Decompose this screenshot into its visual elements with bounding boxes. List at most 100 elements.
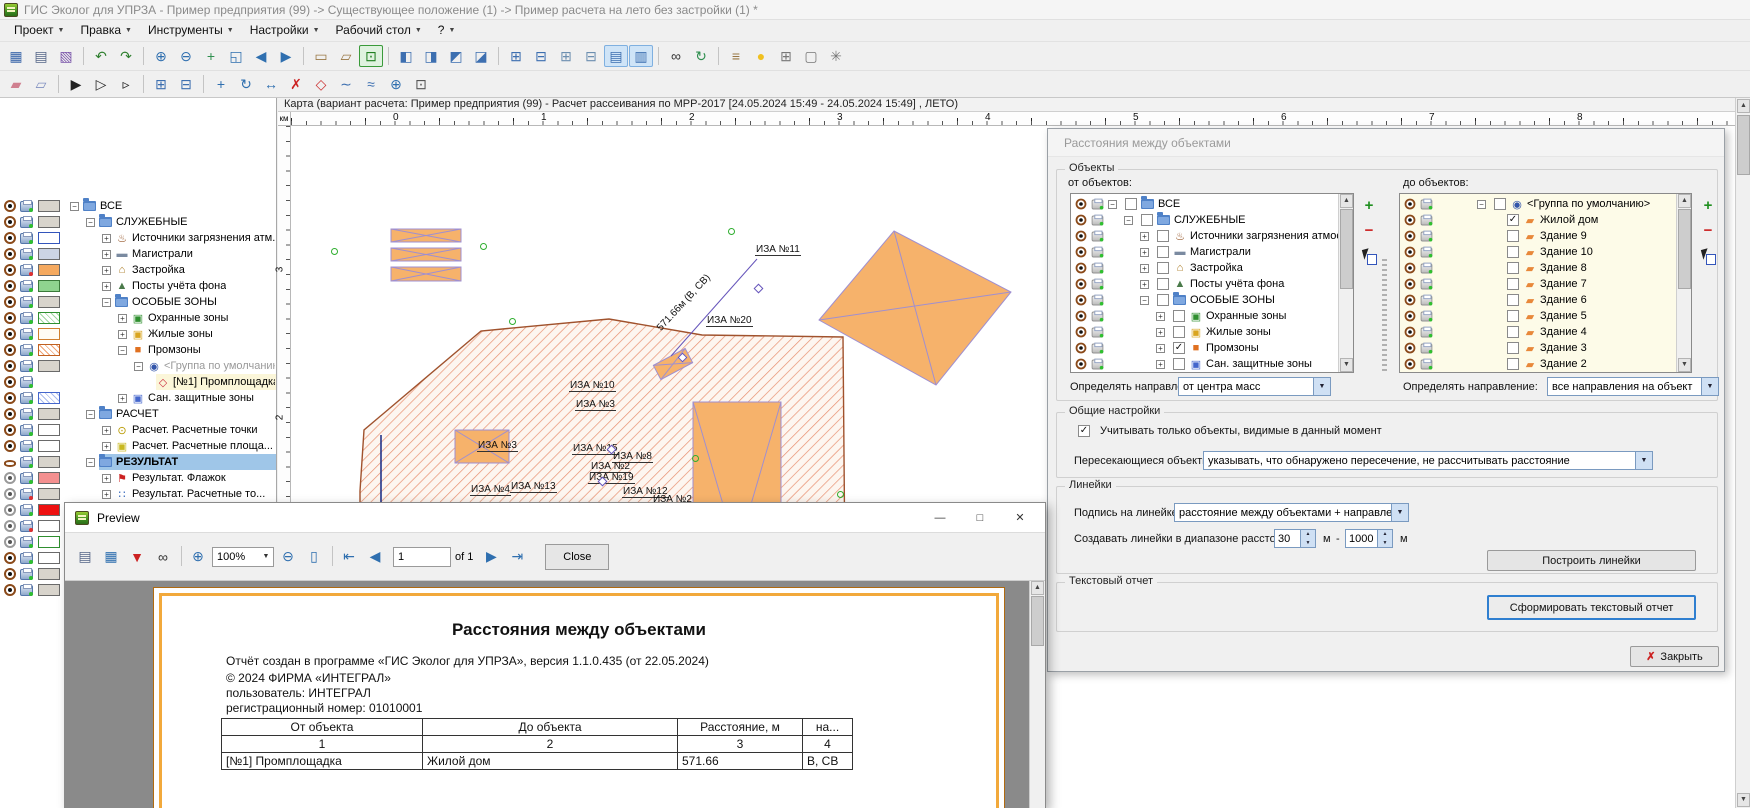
full-extent-icon[interactable]: ◱ xyxy=(224,45,248,67)
source-label[interactable]: ИЗА №3 xyxy=(477,440,518,452)
print-layer-icon[interactable] xyxy=(1092,359,1104,369)
zoom-level-select[interactable]: 100% ▼ xyxy=(212,547,274,567)
layer-label[interactable]: Результат. Расчетные то... xyxy=(132,488,265,500)
visibility-eye-icon[interactable] xyxy=(4,216,16,228)
print-layer-icon[interactable] xyxy=(1092,215,1104,225)
layer-row[interactable]: − СЛУЖЕБНЫЕ xyxy=(0,214,277,230)
dialog-tree-row[interactable]: + ▬ Магистрали xyxy=(1071,244,1353,260)
layer-row[interactable]: + ▣ Жилые зоны xyxy=(0,326,277,342)
source-label[interactable]: ИЗА №20 xyxy=(706,315,753,327)
frame-icon[interactable]: ▢ xyxy=(799,45,823,67)
layer-color-swatch[interactable] xyxy=(38,440,60,452)
zoom-out-icon[interactable]: ⊖ xyxy=(174,45,198,67)
dialog-tree-row[interactable]: − ◉ <Группа по умолчанию> xyxy=(1400,196,1691,212)
separator[interactable] xyxy=(79,45,88,67)
settings-icon[interactable]: ✳ xyxy=(824,45,848,67)
layer-color-swatch[interactable] xyxy=(38,232,60,244)
dialog-tree-row[interactable]: ▰ Здание 6 xyxy=(1400,292,1691,308)
expand-toggle[interactable]: + xyxy=(102,234,111,243)
object-checkbox[interactable] xyxy=(1157,278,1169,290)
preview-scrollbar[interactable]: ▲ xyxy=(1029,581,1045,808)
visibility-eye-icon[interactable] xyxy=(1076,215,1087,226)
print-layer-icon[interactable] xyxy=(20,489,33,500)
object-label[interactable]: Здание 2 xyxy=(1540,358,1587,370)
scroll-down-arrow[interactable]: ▼ xyxy=(1737,793,1750,807)
dialog-tree-row[interactable]: + ▣ Охранные зоны xyxy=(1071,308,1353,324)
layer-row[interactable]: − ■ Промзоны xyxy=(0,342,277,358)
layer-label[interactable]: Результат. Флажок xyxy=(132,472,226,484)
menu-item[interactable]: Настройки ▼ xyxy=(242,21,328,40)
object-label[interactable]: Промзоны xyxy=(1206,342,1259,354)
object-label[interactable]: Застройка xyxy=(1190,262,1243,274)
expand-toggle[interactable]: + xyxy=(102,474,111,483)
print-layer-icon[interactable] xyxy=(20,217,33,228)
print-layer-icon[interactable] xyxy=(20,393,33,404)
pointer-node-icon[interactable]: ▷ xyxy=(89,73,113,95)
separator[interactable] xyxy=(714,45,723,67)
pointer-box-icon[interactable]: ▹ xyxy=(114,73,138,95)
visibility-eye-icon[interactable] xyxy=(1405,279,1416,290)
layer-label[interactable]: ОСОБЫЕ ЗОНЫ xyxy=(132,296,217,308)
next-page-icon[interactable]: ▶ xyxy=(479,545,503,569)
visibility-eye-icon[interactable] xyxy=(4,200,16,212)
layer-color-swatch[interactable] xyxy=(38,328,60,340)
curve-icon[interactable]: ≈ xyxy=(359,73,383,95)
map-vertical-scrollbar[interactable]: ▲ ▼ xyxy=(1735,98,1750,808)
object-checkbox[interactable] xyxy=(1507,278,1519,290)
print-layer-icon[interactable] xyxy=(20,585,33,596)
layer-color-swatch[interactable] xyxy=(38,392,60,404)
separator[interactable] xyxy=(654,45,663,67)
visibility-eye-icon[interactable] xyxy=(1076,231,1087,242)
dialog-tree-row[interactable]: − ВСЕ xyxy=(1071,196,1353,212)
object-label[interactable]: Охранные зоны xyxy=(1206,310,1286,322)
visibility-eye-icon[interactable] xyxy=(1076,343,1087,354)
prev-page-icon[interactable]: ◀ xyxy=(363,545,387,569)
zoom-out-icon[interactable]: ⊖ xyxy=(276,545,300,569)
expand-toggle[interactable]: − xyxy=(86,458,95,467)
object-label[interactable]: <Группа по умолчанию> xyxy=(1527,198,1650,210)
visibility-eye-icon[interactable] xyxy=(1405,247,1416,258)
layer-row[interactable]: + ▣ Сан. защитные зоны xyxy=(0,390,277,406)
expand-toggle[interactable]: − xyxy=(86,218,95,227)
pointer-icon[interactable]: ▶ xyxy=(64,73,88,95)
object-checkbox[interactable] xyxy=(1173,358,1185,370)
scroll-up-arrow[interactable]: ▲ xyxy=(1340,194,1353,208)
expand-toggle[interactable]: + xyxy=(102,442,111,451)
visibility-eye-icon[interactable] xyxy=(4,504,16,516)
object-label[interactable]: ВСЕ xyxy=(1158,198,1180,210)
layer-row[interactable]: + ▬ Магистрали xyxy=(0,246,277,262)
dialog-tree-row[interactable]: + ♨ Источники загрязнения атмос... xyxy=(1071,228,1353,244)
background-post-marker[interactable] xyxy=(728,228,735,235)
tile-horizontal-icon[interactable]: ◧ xyxy=(394,45,418,67)
from-objects-tree[interactable]: − ВСЕ − СЛУЖЕБНЫЕ + ♨ Источники загрязне… xyxy=(1070,193,1354,373)
layer-label[interactable]: Расчет. Расчетные площа... xyxy=(132,440,273,452)
layer-label[interactable]: Расчет. Расчетные точки xyxy=(132,424,258,436)
visibility-eye-icon[interactable] xyxy=(4,488,16,500)
layer-label[interactable]: РАСЧЕТ xyxy=(116,408,159,420)
scrollbar-thumb[interactable] xyxy=(1031,596,1044,646)
visibility-eye-icon[interactable] xyxy=(1405,231,1416,242)
layer-color-swatch[interactable] xyxy=(38,280,60,292)
object-checkbox[interactable] xyxy=(1157,246,1169,258)
add-from-object-button[interactable]: + xyxy=(1361,197,1377,214)
layer-row[interactable]: + ⊙ Расчет. Расчетные точки xyxy=(0,422,277,438)
rotate-icon[interactable]: ↻ xyxy=(234,73,258,95)
object-checkbox[interactable] xyxy=(1507,342,1519,354)
preview-close-button[interactable]: Close xyxy=(545,544,609,570)
object-checkbox[interactable] xyxy=(1173,310,1185,322)
background-post-marker[interactable] xyxy=(837,491,844,498)
print-layer-icon[interactable] xyxy=(20,377,33,388)
visibility-eye-icon[interactable] xyxy=(1405,199,1416,210)
object-checkbox[interactable] xyxy=(1507,294,1519,306)
expand-toggle[interactable]: + xyxy=(1140,232,1149,241)
visibility-eye-icon[interactable] xyxy=(4,424,16,436)
paste-object-icon[interactable]: ⊟ xyxy=(174,73,198,95)
print-layer-icon[interactable] xyxy=(20,537,33,548)
visibility-eye-icon[interactable] xyxy=(1405,311,1416,322)
find-icon[interactable]: ∞ xyxy=(151,545,175,569)
dialog-tree-row[interactable]: ▰ Здание 5 xyxy=(1400,308,1691,324)
expand-toggle[interactable]: + xyxy=(1140,280,1149,289)
visibility-eye-icon[interactable] xyxy=(4,328,16,340)
last-page-icon[interactable]: ⇥ xyxy=(505,545,529,569)
layer-row[interactable]: − РЕЗУЛЬТАТ xyxy=(0,454,277,470)
